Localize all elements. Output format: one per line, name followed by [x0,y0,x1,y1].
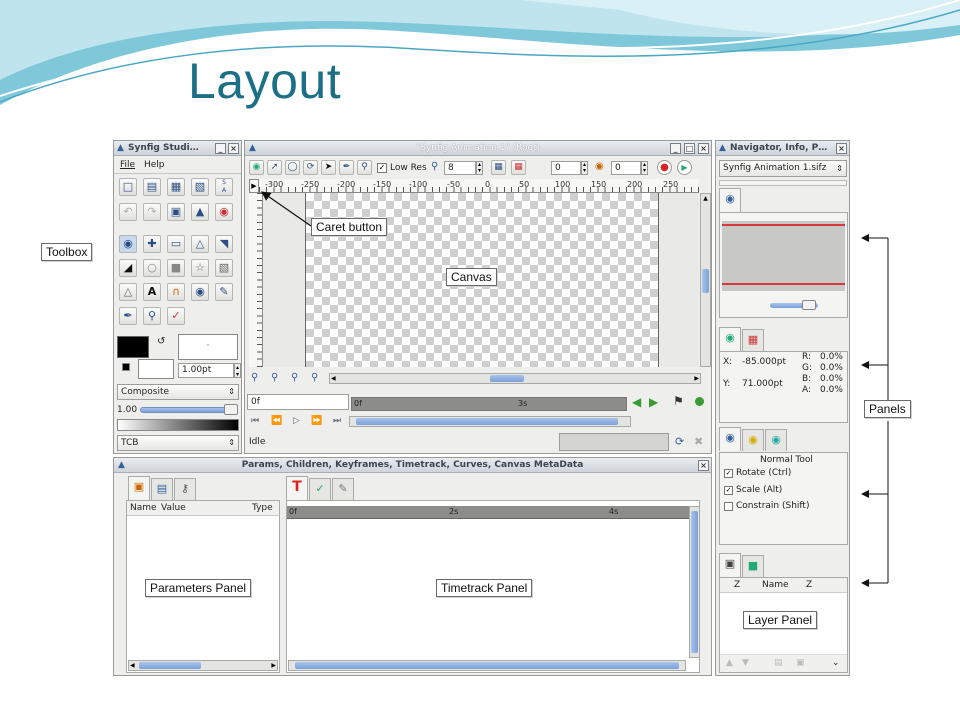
caret-arrow [261,191,312,227]
annotation-arrows [261,191,889,587]
